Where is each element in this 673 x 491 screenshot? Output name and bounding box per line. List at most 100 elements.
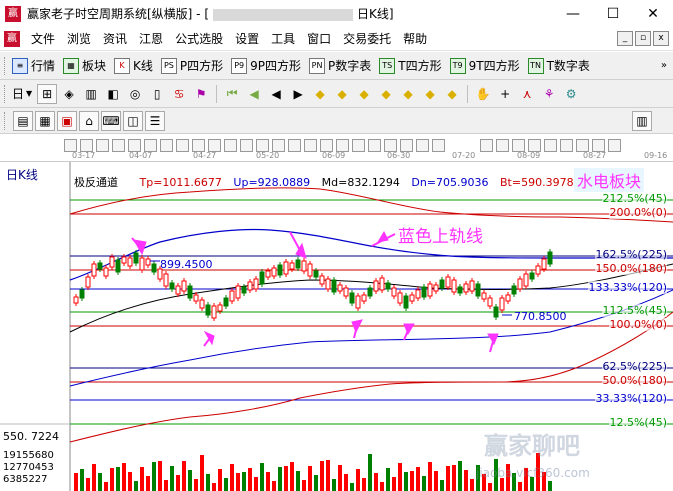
candle-body[interactable] bbox=[271, 267, 277, 277]
period-shortcut-icon[interactable] bbox=[480, 139, 493, 152]
candle-body[interactable] bbox=[229, 290, 235, 302]
period-shortcut-icon[interactable] bbox=[352, 139, 365, 152]
bar-tool-icon[interactable]: ▥ bbox=[81, 84, 101, 104]
candle-body[interactable] bbox=[481, 292, 487, 300]
candle-body[interactable] bbox=[403, 295, 409, 309]
grid-tool-icon[interactable]: ⊞ bbox=[37, 83, 58, 104]
menu-logo-icon[interactable]: 赢 bbox=[4, 30, 20, 47]
candle-body[interactable] bbox=[313, 270, 319, 278]
minimize-button[interactable]: — bbox=[553, 0, 593, 27]
period-shortcut-icon[interactable] bbox=[176, 139, 189, 152]
candle-body[interactable] bbox=[391, 287, 397, 297]
period-shortcut-icon[interactable] bbox=[240, 139, 253, 152]
menu-file[interactable]: 文件 bbox=[30, 28, 56, 49]
candle-body[interactable] bbox=[505, 294, 511, 302]
period-shortcut-icon[interactable] bbox=[224, 139, 237, 152]
toolbar-more-button[interactable]: » bbox=[661, 60, 667, 71]
candle-tool-icon[interactable]: ◧ bbox=[103, 84, 123, 104]
candle-body[interactable] bbox=[85, 276, 91, 288]
candle-body[interactable] bbox=[283, 261, 289, 275]
candle-body[interactable] bbox=[373, 280, 379, 292]
candle-body[interactable] bbox=[127, 257, 133, 267]
period-shortcut-icon[interactable] bbox=[496, 139, 509, 152]
home-icon[interactable]: ⌂ bbox=[79, 110, 99, 131]
menu-trade[interactable]: 交易委托 bbox=[342, 28, 392, 49]
diamond-tool-7-icon[interactable]: ◆ bbox=[442, 84, 462, 104]
candle-body[interactable] bbox=[463, 283, 469, 293]
crosshair-icon[interactable]: + bbox=[495, 84, 515, 104]
mdi-close-button[interactable]: x bbox=[653, 31, 669, 46]
candle-body[interactable] bbox=[331, 279, 337, 293]
layout-icon[interactable]: ◫ bbox=[123, 110, 143, 131]
period-shortcut-icon[interactable] bbox=[288, 139, 301, 152]
candle-body[interactable] bbox=[361, 294, 367, 302]
mdi-minimize-button[interactable]: _ bbox=[617, 31, 633, 46]
maximize-button[interactable]: ☐ bbox=[593, 0, 633, 27]
candle-body[interactable] bbox=[301, 260, 307, 272]
candle-body[interactable] bbox=[97, 262, 103, 270]
menu-browse[interactable]: 浏览 bbox=[66, 28, 92, 49]
candle-body[interactable] bbox=[217, 304, 223, 312]
p-square-button[interactable]: PS P四方形 bbox=[160, 57, 223, 74]
candle-body[interactable] bbox=[349, 292, 355, 304]
period-shortcut-icon[interactable] bbox=[96, 139, 109, 152]
candle-body[interactable] bbox=[289, 262, 295, 270]
toolbar-grip[interactable] bbox=[4, 56, 8, 75]
candle-body[interactable] bbox=[451, 279, 457, 293]
sector-button[interactable]: ▦ 板块 bbox=[63, 57, 106, 74]
kline-chart-panel[interactable]: 日K线 极反通道 Tp=1011.6677 Up=928.0889 Md=832… bbox=[0, 162, 673, 491]
candle-body[interactable] bbox=[175, 285, 181, 295]
cycle-tool-icon[interactable]: ♋ bbox=[169, 84, 189, 104]
candle-body[interactable] bbox=[193, 294, 199, 302]
candle-body[interactable] bbox=[187, 285, 193, 299]
candle-body[interactable] bbox=[319, 275, 325, 285]
candle-body[interactable] bbox=[211, 305, 217, 319]
candle-body[interactable] bbox=[397, 292, 403, 304]
candle-body[interactable] bbox=[493, 306, 499, 318]
diamond-tool-1-icon[interactable]: ◆ bbox=[310, 84, 330, 104]
mdi-restore-button[interactable]: ▫ bbox=[635, 31, 651, 46]
candle-body[interactable] bbox=[139, 257, 145, 271]
menu-help[interactable]: 帮助 bbox=[402, 28, 428, 49]
menu-settings[interactable]: 设置 bbox=[234, 28, 260, 49]
candle-body[interactable] bbox=[307, 263, 313, 277]
candle-body[interactable] bbox=[265, 270, 271, 278]
candle-body[interactable] bbox=[343, 287, 349, 297]
kline-button[interactable]: K K线 bbox=[114, 57, 153, 74]
candle-body[interactable] bbox=[355, 295, 361, 309]
zigzag-icon[interactable]: ⋏ bbox=[517, 84, 537, 104]
menu-icon[interactable]: ☰ bbox=[145, 110, 165, 131]
p9-square-button[interactable]: P9 9P四方形 bbox=[231, 57, 301, 74]
t-number-button[interactable]: TN T数字表 bbox=[527, 57, 590, 74]
period-shortcut-icon[interactable] bbox=[368, 139, 381, 152]
step-back-icon[interactable]: ◀ bbox=[266, 84, 286, 104]
candle-body[interactable] bbox=[199, 299, 205, 309]
menu-window[interactable]: 窗口 bbox=[306, 28, 332, 49]
candle-body[interactable] bbox=[421, 286, 427, 298]
candle-body[interactable] bbox=[325, 278, 331, 290]
period-shortcut-icon[interactable] bbox=[304, 139, 317, 152]
menu-info[interactable]: 资讯 bbox=[102, 28, 128, 49]
period-dropdown[interactable]: 日 ▼ bbox=[12, 85, 32, 102]
candle-body[interactable] bbox=[241, 286, 247, 294]
candle-body[interactable] bbox=[295, 259, 301, 269]
candle-body[interactable] bbox=[427, 283, 433, 297]
candle-body[interactable] bbox=[547, 251, 553, 265]
candle-body[interactable] bbox=[115, 259, 121, 273]
period-shortcut-icon[interactable] bbox=[112, 139, 125, 152]
candle-type-icon[interactable]: ▯ bbox=[147, 84, 167, 104]
candle-body[interactable] bbox=[367, 287, 373, 297]
candle-body[interactable] bbox=[247, 281, 253, 291]
first-page-icon[interactable]: ⏮ bbox=[222, 84, 242, 104]
period-shortcut-icon[interactable] bbox=[544, 139, 557, 152]
window-icon[interactable]: ▣ bbox=[57, 110, 77, 131]
candle-body[interactable] bbox=[487, 297, 493, 307]
candle-body[interactable] bbox=[499, 297, 505, 311]
toolbar2-grip[interactable] bbox=[4, 84, 8, 103]
pattern-tool-icon[interactable]: ◈ bbox=[59, 84, 79, 104]
candle-body[interactable] bbox=[385, 282, 391, 290]
candle-body[interactable] bbox=[121, 256, 127, 264]
period-shortcut-icon[interactable] bbox=[416, 139, 429, 152]
candle-body[interactable] bbox=[181, 280, 187, 292]
candle-body[interactable] bbox=[205, 304, 211, 316]
